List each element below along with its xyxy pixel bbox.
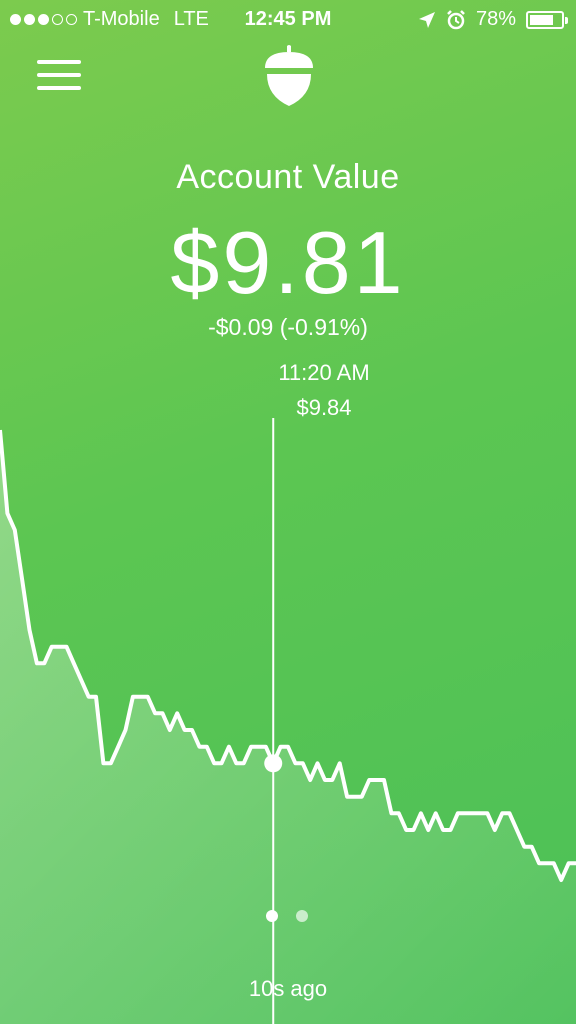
last-updated: 10s ago <box>248 976 328 1001</box>
page-dot-2[interactable] <box>296 910 308 922</box>
page-indicator[interactable] <box>266 910 308 922</box>
chart-area-fill <box>0 430 576 1024</box>
scrubber-time: 11:20 AM <box>278 360 370 385</box>
page-dot-1[interactable] <box>266 910 278 922</box>
scrubber-price: $9.84 <box>296 395 352 420</box>
account-value-chart[interactable] <box>0 0 576 1024</box>
scrubber-point[interactable] <box>264 754 283 773</box>
